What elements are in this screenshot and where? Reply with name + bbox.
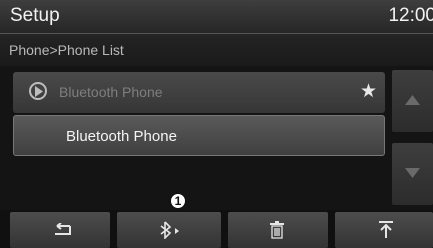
arrow-up-icon [405, 95, 420, 105]
bluetooth-icon [160, 221, 179, 239]
play-circle-icon [29, 82, 47, 100]
bluetooth-button[interactable] [117, 212, 221, 248]
phone-name: Bluetooth Phone [66, 128, 177, 145]
header-bar: Setup 12:00 [0, 0, 433, 34]
page-title: Setup [10, 5, 60, 26]
move-to-top-icon [379, 221, 393, 238]
breadcrumb: Phone>Phone List [9, 42, 124, 58]
clock: 12:00 [388, 5, 433, 26]
bottom-toolbar [0, 210, 433, 248]
back-button[interactable] [10, 212, 110, 248]
favorite-star-icon: ★ [359, 81, 377, 102]
phone-name: Bluetooth Phone [59, 84, 163, 100]
callout-badge: 1 [170, 193, 186, 209]
trash-icon [270, 221, 284, 239]
phone-list: Bluetooth Phone ★ Bluetooth Phone [5, 70, 385, 210]
phone-list-item-2[interactable]: Bluetooth Phone [13, 115, 385, 156]
arrow-down-icon [405, 168, 420, 178]
back-arrow-icon [55, 223, 71, 235]
breadcrumb-bar: Phone>Phone List [0, 34, 433, 66]
setup-screen: Setup 12:00 Phone>Phone List Bluetooth P… [0, 0, 433, 248]
delete-button[interactable] [228, 212, 328, 248]
scroll-up-button[interactable] [392, 70, 433, 132]
scroll-down-button[interactable] [392, 143, 433, 205]
phone-list-item-1[interactable]: Bluetooth Phone ★ [13, 72, 385, 113]
move-to-top-button[interactable] [335, 212, 433, 248]
